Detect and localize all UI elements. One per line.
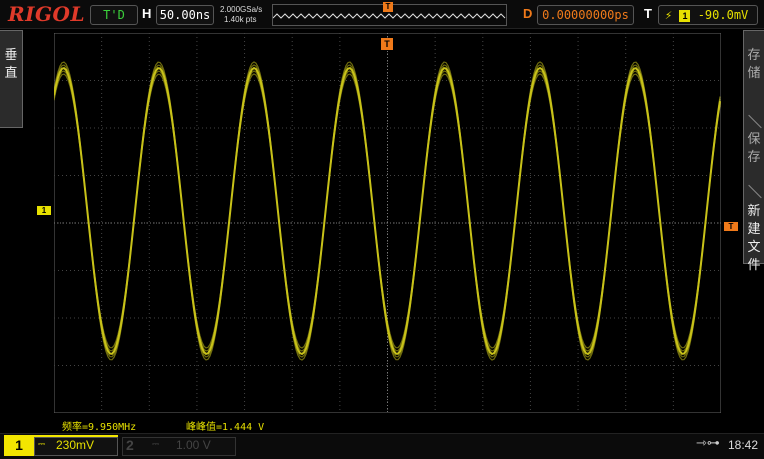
menu-item-save[interactable]: 保存: [744, 131, 764, 167]
vertical-menu-label: 垂直: [4, 48, 18, 81]
trigger-position-indicator: T: [383, 2, 393, 12]
trigger-position-marker[interactable]: T: [381, 38, 393, 50]
run-state-indicator[interactable]: T'D: [90, 5, 138, 25]
trigger-level-value: -90.0mV: [697, 8, 749, 22]
vertical-menu-tab[interactable]: 垂直: [0, 30, 23, 128]
trigger-edge-icon: ⚡: [665, 8, 673, 22]
channel2-number: 2: [126, 437, 134, 453]
channel2-scale: 1.00 V: [176, 438, 211, 452]
channel1-number: 1: [15, 437, 23, 453]
horizontal-label: H: [142, 6, 152, 21]
waveform-display[interactable]: [54, 33, 721, 413]
sample-rate: 2.000GSa/s: [220, 5, 263, 14]
trigger-settings[interactable]: ⚡ 1 -90.0mV: [658, 5, 758, 25]
menu-item-new-file[interactable]: 新建文件: [744, 203, 764, 275]
timebase-value[interactable]: 50.00ns: [156, 5, 214, 25]
rigol-logo: RIGOL: [8, 2, 86, 26]
memory-depth: 1.40k pts: [224, 15, 257, 24]
trigger-level-marker[interactable]: T: [724, 222, 738, 231]
dc-coupling-icon: ⎓: [152, 440, 160, 450]
channel1-offset-marker[interactable]: 1: [37, 206, 51, 215]
delay-label: D: [523, 6, 533, 21]
measurement-peak-to-peak: 峰峰值=1.444 V: [186, 422, 265, 433]
storage-menu[interactable]: 存储 保存 新建文件: [743, 30, 764, 273]
menu-divider: [748, 114, 762, 129]
clock: 18:42: [728, 438, 759, 452]
channel1-scale: 230mV: [56, 438, 95, 452]
usb-icon: ⇾⊶: [696, 436, 720, 451]
trigger-source-badge: 1: [679, 10, 691, 22]
measurement-frequency: 频率=9.950MHz: [62, 422, 137, 433]
menu-divider: [748, 184, 762, 199]
dc-coupling-icon: ⎓: [38, 440, 46, 450]
delay-value[interactable]: 0.00000000ps: [537, 5, 634, 25]
trigger-label: T: [644, 6, 652, 21]
menu-item-storage[interactable]: 存储: [744, 47, 764, 83]
